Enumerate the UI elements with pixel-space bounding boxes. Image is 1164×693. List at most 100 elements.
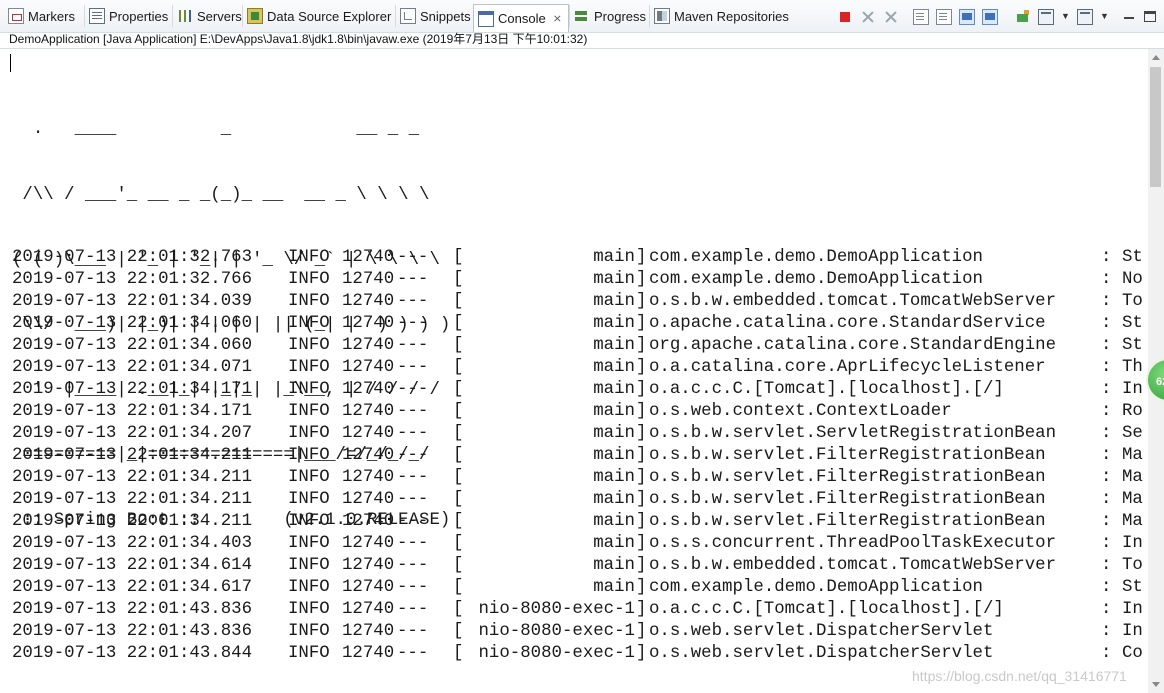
log-timestamp: 2019-07-13 22:01:34.060 [12, 314, 253, 333]
log-bracket-close: ] [636, 578, 647, 597]
log-row: 2019-07-13 22:01:34.211 INFO 12740 --- [main… [12, 511, 1148, 533]
log-bracket-close: ] [636, 512, 647, 531]
tab-properties[interactable]: Properties [84, 5, 172, 27]
log-level: INFO [288, 358, 330, 377]
log-thread: main [593, 336, 635, 355]
maven-repositories-icon [654, 8, 670, 24]
log-row: 2019-07-13 22:01:34.060 INFO 12740 --- [main… [12, 335, 1148, 357]
log-row: 2019-07-13 22:01:34.211 INFO 12740 --- [main… [12, 489, 1148, 511]
log-timestamp: 2019-07-13 22:01:34.403 [12, 534, 253, 553]
log-logger: o.a.c.c.C.[Tomcat].[localhost].[/] [649, 380, 1004, 399]
log-row: 2019-07-13 22:01:34.171 INFO 12740 --- [main… [12, 379, 1148, 401]
log-row: 2019-07-13 22:01:34.060 INFO 12740 --- [main… [12, 313, 1148, 335]
log-bracket-open: [ [453, 292, 464, 311]
log-message: Ro [1122, 402, 1143, 421]
log-colon: : [1101, 402, 1112, 421]
log-message: Co [1122, 644, 1143, 663]
scroll-down-icon[interactable] [1152, 682, 1160, 687]
remove-all-terminated-icon[interactable] [883, 9, 899, 25]
log-pid: 12740 [342, 424, 395, 443]
scroll-thumb[interactable] [1150, 67, 1161, 187]
log-separator: --- [397, 424, 429, 443]
tab-servers[interactable]: Servers [172, 5, 242, 27]
log-separator: --- [397, 644, 429, 663]
log-logger: o.s.b.w.embedded.tomcat.TomcatWebServer [649, 556, 1057, 575]
remove-launch-icon[interactable] [860, 9, 876, 25]
pin-console-icon[interactable] [1015, 9, 1031, 25]
log-level: INFO [288, 380, 330, 399]
log-message: Ma [1122, 512, 1143, 531]
log-colon: : [1101, 534, 1112, 553]
properties-icon [89, 8, 105, 24]
log-bracket-open: [ [453, 380, 464, 399]
log-level: INFO [288, 468, 330, 487]
log-message: St [1122, 248, 1143, 267]
log-bracket-close: ] [636, 292, 647, 311]
console-output[interactable]: . ____ _ __ _ _ /\\ / ___'_ __ _ _(_)_ _… [0, 49, 1148, 693]
log-level: INFO [288, 270, 330, 289]
open-console-icon[interactable] [1077, 9, 1093, 25]
log-separator: --- [397, 534, 429, 553]
log-row: 2019-07-13 22:01:43.844 INFO 12740 --- [nio-… [12, 643, 1148, 665]
terminate-icon[interactable] [837, 9, 853, 25]
clear-console-icon[interactable] [913, 9, 929, 25]
log-thread: main [593, 446, 635, 465]
log-row: 2019-07-13 22:01:43.836 INFO 12740 --- [nio-… [12, 599, 1148, 621]
log-pid: 12740 [342, 534, 395, 553]
log-level: INFO [288, 336, 330, 355]
tab-markers[interactable]: Markers [4, 5, 84, 27]
log-thread: main [593, 314, 635, 333]
log-message: In [1122, 622, 1143, 641]
process-label: DemoApplication [Java Application] E:\De… [9, 32, 588, 46]
log-row: 2019-07-13 22:01:34.039 INFO 12740 --- [main… [12, 291, 1148, 313]
log-logger: com.example.demo.DemoApplication [649, 248, 983, 267]
scroll-up-icon[interactable] [1152, 55, 1160, 60]
log-colon: : [1101, 314, 1112, 333]
log-timestamp: 2019-07-13 22:01:43.836 [12, 622, 253, 641]
log-separator: --- [397, 556, 429, 575]
tab-snippets[interactable]: Snippets [395, 5, 473, 27]
log-bracket-open: [ [453, 248, 464, 267]
log-lines: 2019-07-13 22:01:32.763 INFO 12740 ---[main… [12, 247, 1148, 665]
tab-data-source-explorer[interactable]: Data Source Explorer [242, 5, 395, 27]
scroll-lock-icon[interactable] [936, 9, 952, 25]
tab-progress[interactable]: Progress [569, 5, 649, 27]
tab-maven-repositories[interactable]: Maven Repositories [649, 5, 793, 27]
log-bracket-open: [ [453, 446, 464, 465]
show-on-stderr-icon[interactable] [982, 9, 998, 25]
text-caret [10, 54, 11, 72]
tab-console[interactable]: Console ⨯ [473, 4, 569, 32]
log-bracket-close: ] [636, 446, 647, 465]
close-icon[interactable]: ⨯ [553, 12, 562, 25]
log-pid: 12740 [342, 270, 395, 289]
maximize-icon[interactable] [1144, 11, 1156, 22]
log-row: 2019-07-13 22:01:32.763 INFO 12740 --- [main… [12, 247, 1148, 269]
tab-label: Snippets [420, 8, 471, 24]
log-bracket-open: [ [453, 270, 464, 289]
log-colon: : [1101, 512, 1112, 531]
log-pid: 12740 [342, 380, 395, 399]
log-colon: : [1101, 336, 1112, 355]
log-message: In [1122, 600, 1143, 619]
log-colon: : [1101, 600, 1112, 619]
log-level: INFO [288, 600, 330, 619]
log-level: INFO [288, 556, 330, 575]
chevron-down-icon[interactable]: ▼ [1100, 11, 1109, 21]
log-level: INFO [288, 424, 330, 443]
log-bracket-close: ] [636, 314, 647, 333]
show-on-stdout-icon[interactable] [959, 9, 975, 25]
log-separator: --- [397, 380, 429, 399]
log-level: INFO [288, 248, 330, 267]
watermark: https://blog.csdn.net/qq_31416771 [912, 668, 1127, 684]
log-bracket-close: ] [636, 358, 647, 377]
log-thread: main [593, 512, 635, 531]
chevron-down-icon[interactable]: ▼ [1061, 11, 1070, 21]
minimize-icon[interactable] [1122, 9, 1136, 23]
log-bracket-open: [ [453, 402, 464, 421]
log-pid: 12740 [342, 512, 395, 531]
log-bracket-open: [ [453, 534, 464, 553]
log-bracket-open: [ [453, 512, 464, 531]
log-row: 2019-07-13 22:01:34.403 INFO 12740 --- [main… [12, 533, 1148, 555]
log-message: St [1122, 578, 1143, 597]
display-selected-console-icon[interactable] [1038, 9, 1054, 25]
